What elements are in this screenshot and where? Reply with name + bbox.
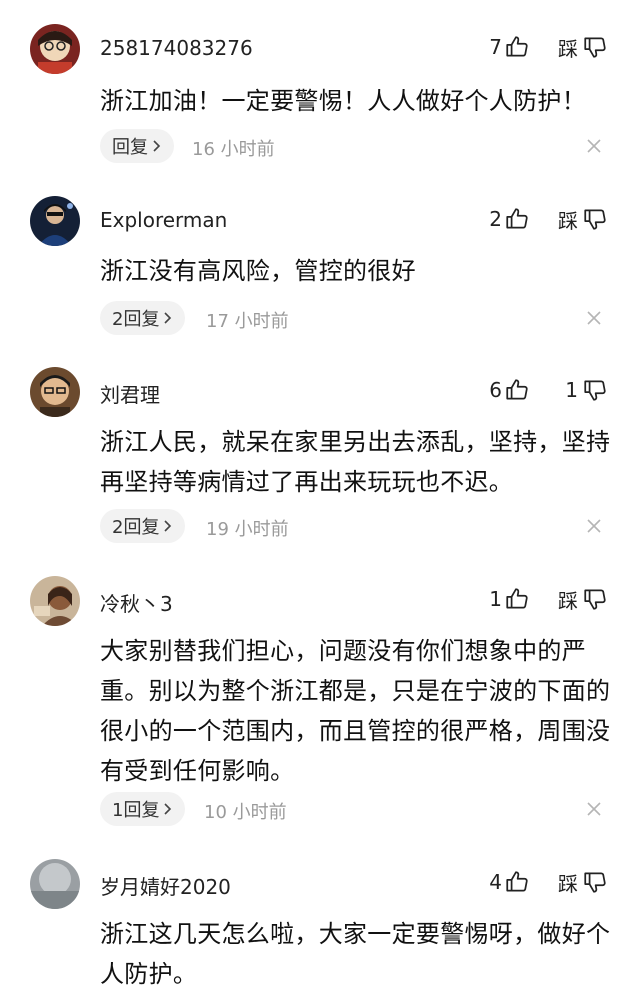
reply-button[interactable]: 2回复 bbox=[100, 509, 186, 543]
chevron-right-icon bbox=[161, 802, 175, 816]
comment-text: 浙江人民，就呆在家里另出去添乱，坚持，坚持再坚持等病情过了再出来玩玩也不迟。 bbox=[100, 428, 611, 496]
avatar[interactable] bbox=[30, 24, 80, 74]
thumb-up-icon bbox=[504, 206, 530, 232]
timestamp: 19 小时前 bbox=[206, 519, 289, 540]
username[interactable]: Explorerman bbox=[100, 208, 227, 232]
dislike-label: 踩 bbox=[558, 208, 578, 233]
dislike-label: 踩 bbox=[558, 36, 578, 61]
like-button[interactable]: 2 bbox=[489, 204, 530, 234]
thumb-down-icon bbox=[582, 586, 608, 612]
thumb-up-icon bbox=[504, 586, 530, 612]
thumb-down-icon bbox=[582, 206, 608, 232]
close-icon[interactable] bbox=[586, 518, 602, 534]
thumb-down-icon bbox=[582, 377, 608, 403]
reply-button[interactable]: 2回复 bbox=[100, 301, 186, 335]
comment-list: 258174083276 7 踩 浙江加油！一定要警惕！人人做好个人防护！ 回复… bbox=[0, 0, 640, 988]
chevron-right-icon bbox=[150, 139, 164, 153]
username[interactable]: 258174083276 bbox=[100, 36, 253, 60]
timestamp: 16 小时前 bbox=[192, 139, 275, 160]
dislike-label: 踩 bbox=[558, 871, 578, 896]
comment-text: 浙江没有高风险，管控的很好 bbox=[100, 257, 416, 285]
reply-label: 2回复 bbox=[112, 517, 160, 538]
like-count: 6 bbox=[489, 378, 502, 402]
dislike-button[interactable]: 1 bbox=[565, 375, 608, 405]
close-icon[interactable] bbox=[586, 310, 602, 326]
username[interactable]: 刘君理 bbox=[100, 379, 160, 408]
reply-button[interactable]: 1回复 bbox=[100, 792, 186, 826]
thumb-up-icon bbox=[504, 377, 530, 403]
dislike-button[interactable]: 踩 bbox=[558, 867, 608, 897]
username[interactable]: 冷秋丶3 bbox=[100, 588, 173, 617]
dislike-button[interactable]: 踩 bbox=[558, 204, 608, 234]
chevron-right-icon bbox=[161, 311, 175, 325]
thumb-down-icon bbox=[582, 869, 608, 895]
like-button[interactable]: 1 bbox=[489, 584, 530, 614]
timestamp: 10 小时前 bbox=[204, 802, 287, 823]
dislike-label: 踩 bbox=[558, 588, 578, 613]
comment-text: 大家别替我们担心，问题没有你们想象中的严重。别以为整个浙江都是，只是在宁波的下面… bbox=[100, 637, 611, 785]
avatar[interactable] bbox=[30, 196, 80, 246]
thumb-down-icon bbox=[582, 34, 608, 60]
username[interactable]: 岁月婧好2020 bbox=[100, 871, 231, 900]
reply-label: 1回复 bbox=[112, 800, 160, 821]
comment-text: 浙江这几天怎么啦，大家一定要警惕呀，做好个人防护。 bbox=[100, 920, 611, 988]
like-button[interactable]: 7 bbox=[489, 32, 530, 62]
reply-label: 2回复 bbox=[112, 309, 160, 330]
thumb-up-icon bbox=[504, 869, 530, 895]
chevron-right-icon bbox=[161, 519, 175, 533]
like-count: 4 bbox=[489, 870, 502, 894]
close-icon[interactable] bbox=[586, 801, 602, 817]
avatar[interactable] bbox=[30, 367, 80, 417]
reply-button[interactable]: 回复 bbox=[100, 129, 174, 163]
avatar[interactable] bbox=[30, 859, 80, 909]
like-button[interactable]: 4 bbox=[489, 867, 530, 897]
dislike-button[interactable]: 踩 bbox=[558, 32, 608, 62]
close-icon[interactable] bbox=[586, 138, 602, 154]
comment-text: 浙江加油！一定要警惕！人人做好个人防护！ bbox=[100, 87, 586, 115]
like-count: 2 bbox=[489, 207, 502, 231]
reply-label: 回复 bbox=[112, 137, 148, 158]
like-count: 1 bbox=[489, 587, 502, 611]
like-count: 7 bbox=[489, 35, 502, 59]
timestamp: 17 小时前 bbox=[206, 311, 289, 332]
thumb-up-icon bbox=[504, 34, 530, 60]
avatar[interactable] bbox=[30, 576, 80, 626]
dislike-label: 1 bbox=[565, 378, 578, 402]
dislike-button[interactable]: 踩 bbox=[558, 584, 608, 614]
like-button[interactable]: 6 bbox=[489, 375, 530, 405]
